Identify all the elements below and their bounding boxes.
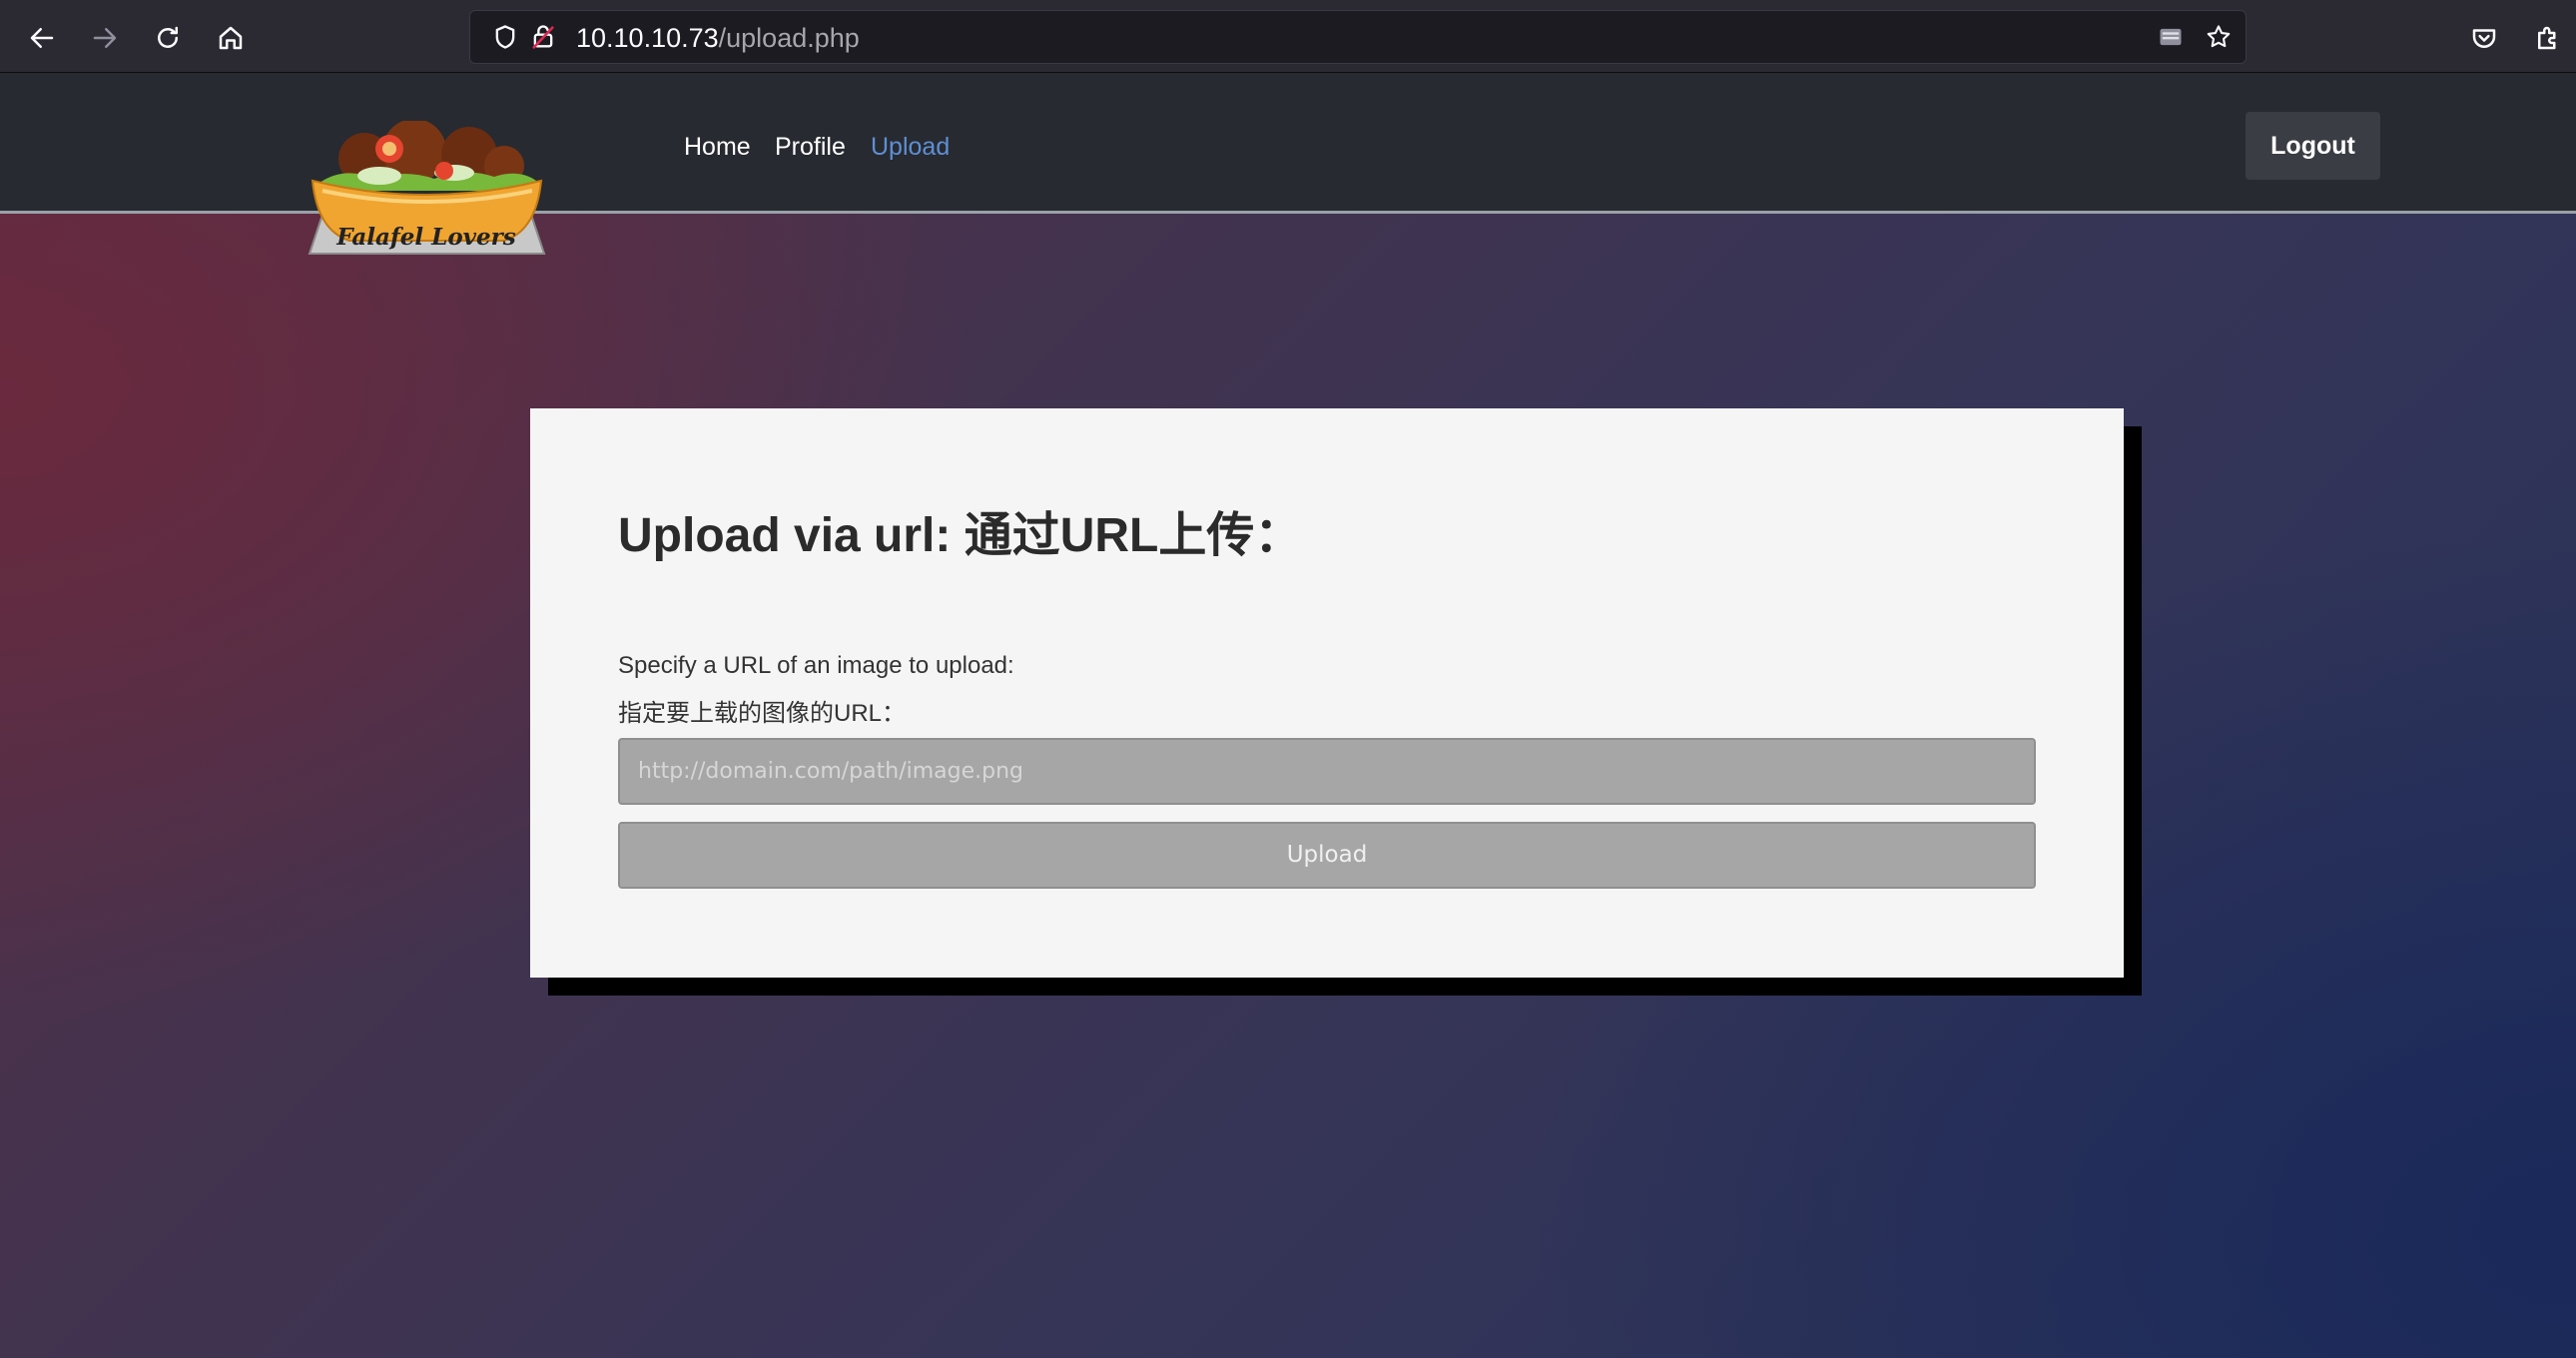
upload-description-english: Specify a URL of an image to upload: (618, 652, 1014, 679)
reader-view-icon[interactable] (2156, 22, 2186, 52)
browser-toolbar: 10.10.10.73/upload.php (0, 0, 2576, 73)
puzzle-icon (2538, 26, 2556, 50)
upload-button[interactable]: Upload (618, 822, 2036, 889)
falafel-bowl-logo-icon: Falafel Lovers (308, 121, 546, 255)
back-button[interactable] (20, 16, 64, 60)
reload-button[interactable] (146, 16, 190, 60)
arrow-right-icon (93, 28, 117, 48)
star-icon[interactable] (2204, 22, 2234, 52)
extensions-button[interactable] (2526, 16, 2570, 60)
falafel-lovers-logo[interactable]: Falafel Lovers (305, 121, 549, 263)
svg-text:Falafel Lovers: Falafel Lovers (335, 224, 516, 251)
shield-icon[interactable] (490, 22, 520, 52)
url-text[interactable]: 10.10.10.73/upload.php (576, 23, 860, 53)
upload-description-chinese: 指定要上载的图像的URL： (618, 700, 907, 727)
reload-icon (158, 26, 178, 48)
upload-card: Upload via url: 通过URL上传： Specify a URL o… (530, 408, 2124, 978)
home-icon (219, 26, 243, 50)
nav-link-profile[interactable]: Profile (775, 132, 846, 162)
page-title: Upload via url: 通过URL上传： (618, 509, 1303, 562)
url-host: 10.10.10.73 (576, 23, 719, 53)
logout-button[interactable]: Logout (2246, 112, 2380, 180)
home-button[interactable] (209, 16, 253, 60)
page-viewport: Home Profile Upload Logout Falafel Lover… (0, 73, 2576, 1358)
image-url-input[interactable] (618, 738, 2036, 805)
address-bar[interactable]: 10.10.10.73/upload.php (469, 10, 2247, 64)
lock-warning-icon[interactable] (528, 22, 558, 52)
forward-button[interactable] (83, 16, 127, 60)
nav-link-home[interactable]: Home (684, 132, 751, 162)
nav-link-upload[interactable]: Upload (871, 132, 950, 162)
pocket-icon (2472, 29, 2496, 48)
url-path: /upload.php (718, 23, 860, 53)
pocket-button[interactable] (2462, 16, 2506, 60)
arrow-left-icon (30, 28, 54, 48)
